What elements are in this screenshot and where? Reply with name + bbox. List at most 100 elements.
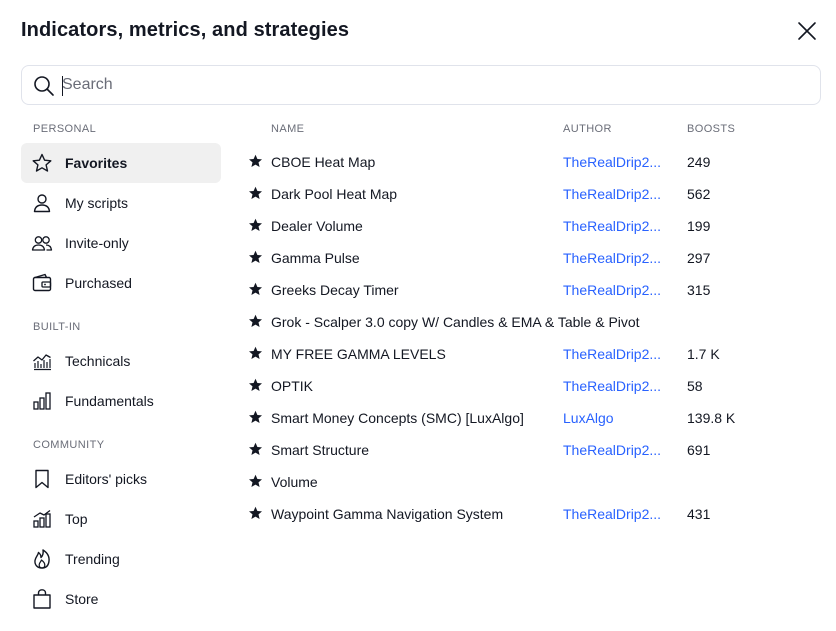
boosts-count: 199 (687, 218, 711, 234)
sidebar-item-label: My scripts (65, 195, 128, 211)
star-outline-icon (32, 153, 52, 172)
script-name: Waypoint Gamma Navigation System (271, 506, 504, 522)
star-filled-icon[interactable] (248, 410, 263, 425)
author-link[interactable]: LuxAlgo (563, 410, 614, 426)
indicators-dialog: Indicators, metrics, and strategies PERS… (0, 0, 836, 631)
author-link[interactable]: TheRealDrip2... (563, 282, 661, 298)
sidebar-item-top[interactable]: Top (21, 499, 221, 539)
sidebar-item-label: Purchased (65, 275, 132, 291)
table-row[interactable]: Gamma Pulse TheRealDrip2... 297 (240, 241, 820, 273)
author-link[interactable]: TheRealDrip2... (563, 442, 661, 458)
sidebar-item-editors-picks[interactable]: Editors' picks (21, 459, 221, 499)
star-filled-icon[interactable] (248, 250, 263, 265)
author-link[interactable]: TheRealDrip2... (563, 506, 661, 522)
boosts-count: 139.8 K (687, 410, 736, 426)
search-icon (34, 76, 54, 96)
script-name: Gamma Pulse (271, 250, 360, 266)
author-link[interactable]: TheRealDrip2... (563, 154, 661, 170)
sidebar-item-purchased[interactable]: Purchased (21, 263, 221, 303)
table-row[interactable]: Volume (240, 465, 820, 497)
boosts-count: 58 (687, 378, 703, 394)
script-name: OPTIK (271, 378, 314, 394)
bar-chart-icon (33, 392, 51, 410)
technicals-chart-icon (33, 354, 51, 371)
author-link[interactable]: TheRealDrip2... (563, 250, 661, 266)
table-row[interactable]: Dark Pool Heat Map TheRealDrip2... 562 (240, 177, 820, 209)
close-icon (798, 22, 816, 40)
wallet-icon (32, 273, 52, 292)
script-name: Smart Structure (271, 442, 370, 458)
boosts-count: 431 (687, 506, 711, 522)
boosts-count: 1.7 K (687, 346, 720, 362)
sidebar-item-fundamentals[interactable]: Fundamentals (21, 381, 221, 421)
script-name: MY FREE GAMMA LEVELS (271, 346, 446, 362)
search-input[interactable] (62, 71, 802, 99)
section-label-builtin: BUILT-IN (33, 321, 81, 333)
sidebar-item-label: Technicals (65, 353, 131, 369)
star-filled-icon[interactable] (248, 474, 263, 489)
table-row[interactable]: Waypoint Gamma Navigation System TheReal… (240, 497, 820, 529)
script-name: Greeks Decay Timer (271, 282, 399, 298)
column-header-author[interactable]: AUTHOR (563, 123, 612, 135)
flame-icon (34, 549, 50, 569)
author-link[interactable]: TheRealDrip2... (563, 218, 661, 234)
table-row[interactable]: Grok - Scalper 3.0 copy W/ Candles & EMA… (240, 305, 820, 337)
script-name: Dark Pool Heat Map (271, 186, 398, 202)
sidebar-item-label: Favorites (65, 155, 128, 171)
star-filled-icon[interactable] (248, 314, 263, 329)
sidebar-item-my-scripts[interactable]: My scripts (21, 183, 221, 223)
top-chart-icon (33, 509, 51, 528)
users-icon (31, 236, 53, 251)
boosts-count: 691 (687, 442, 711, 458)
column-header-name[interactable]: NAME (271, 123, 304, 135)
boosts-count: 315 (687, 282, 711, 298)
sidebar-item-label: Invite-only (65, 235, 129, 251)
table-row[interactable]: CBOE Heat Map TheRealDrip2... 249 (240, 145, 820, 177)
section-label-personal: PERSONAL (33, 123, 97, 135)
sidebar-item-invite-only[interactable]: Invite-only (21, 223, 221, 263)
table-row[interactable]: Greeks Decay Timer TheRealDrip2... 315 (240, 273, 820, 305)
star-filled-icon[interactable] (248, 442, 263, 457)
bookmark-icon (35, 469, 49, 489)
boosts-count: 249 (687, 154, 711, 170)
section-label-community: COMMUNITY (33, 439, 105, 451)
sidebar-item-label: Trending (65, 551, 120, 567)
star-filled-icon[interactable] (248, 218, 263, 233)
star-filled-icon[interactable] (248, 282, 263, 297)
script-name: Dealer Volume (271, 218, 363, 234)
shopping-bag-icon (33, 589, 51, 609)
boosts-count: 562 (687, 186, 711, 202)
table-row[interactable]: OPTIK TheRealDrip2... 58 (240, 369, 820, 401)
star-filled-icon[interactable] (248, 154, 263, 169)
star-filled-icon[interactable] (248, 506, 263, 521)
table-row[interactable]: Smart Structure TheRealDrip2... 691 (240, 433, 820, 465)
script-name: Smart Money Concepts (SMC) [LuxAlgo] (271, 410, 524, 426)
sidebar-item-label: Top (65, 511, 88, 527)
close-button[interactable] (794, 18, 820, 44)
dialog-title: Indicators, metrics, and strategies (21, 19, 350, 41)
author-link[interactable]: TheRealDrip2... (563, 378, 661, 394)
sidebar-item-label: Fundamentals (65, 393, 154, 409)
column-header-boosts[interactable]: BOOSTS (687, 123, 735, 135)
text-caret (62, 76, 63, 96)
author-link[interactable]: TheRealDrip2... (563, 186, 661, 202)
table-row[interactable]: MY FREE GAMMA LEVELS TheRealDrip2... 1.7… (240, 337, 820, 369)
script-name: Volume (271, 474, 318, 490)
sidebar-item-technicals[interactable]: Technicals (21, 341, 221, 381)
script-name: Grok - Scalper 3.0 copy W/ Candles & EMA… (271, 314, 640, 330)
sidebar-item-label: Editors' picks (65, 471, 148, 487)
table-row[interactable]: Dealer Volume TheRealDrip2... 199 (240, 209, 820, 241)
search-box[interactable] (21, 65, 821, 105)
table-row[interactable]: Smart Money Concepts (SMC) [LuxAlgo] Lux… (240, 401, 820, 433)
sidebar-item-favorites[interactable]: Favorites (21, 143, 221, 183)
star-filled-icon[interactable] (248, 186, 263, 201)
star-filled-icon[interactable] (248, 346, 263, 361)
sidebar-item-trending[interactable]: Trending (21, 539, 221, 579)
sidebar-item-store[interactable]: Store (21, 579, 221, 619)
author-link[interactable]: TheRealDrip2... (563, 346, 661, 362)
user-icon (33, 194, 51, 213)
boosts-count: 297 (687, 250, 711, 266)
script-name: CBOE Heat Map (271, 154, 376, 170)
sidebar-item-label: Store (65, 591, 99, 607)
star-filled-icon[interactable] (248, 378, 263, 393)
